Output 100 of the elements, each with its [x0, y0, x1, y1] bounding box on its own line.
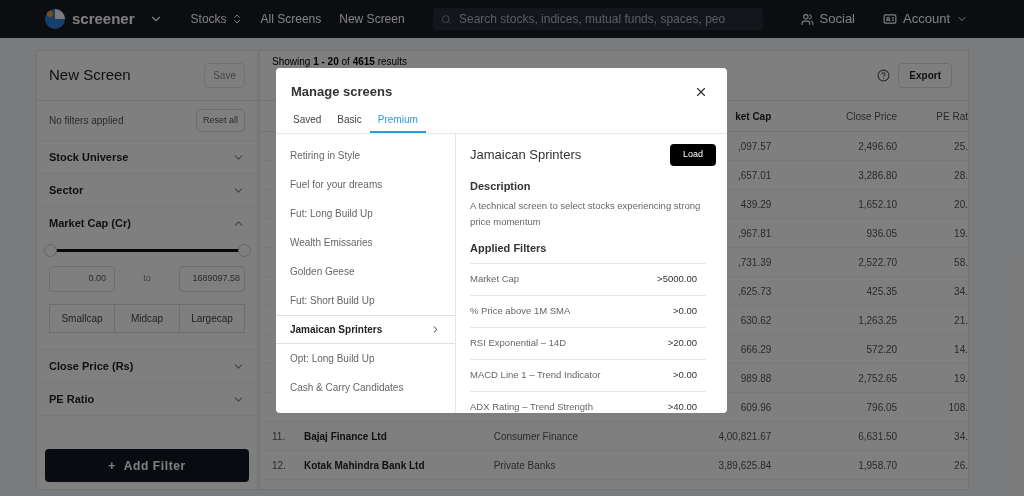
reset-button[interactable]: Reset all [196, 108, 245, 133]
table-cell: ,657.01 [737, 169, 772, 181]
filter-value: >0.00 [672, 367, 697, 382]
table-cell: 2,496.60 [858, 140, 898, 152]
preset-button[interactable]: Midcap [114, 304, 180, 333]
screen-list-item[interactable]: Fut: Short Build Up [276, 285, 455, 315]
table-cell: 6,631.50 [858, 430, 898, 442]
filter-name: Market Cap [470, 271, 520, 286]
filter-value: >5000.00 [657, 271, 697, 286]
slider-handle[interactable] [238, 244, 251, 257]
table-cell: 21. [954, 314, 968, 326]
table-cell: 108. [948, 401, 968, 413]
filter-status: No filters applied [49, 114, 124, 128]
table-cell: ,097.57 [737, 140, 772, 152]
column-header[interactable]: PE Rat [897, 108, 968, 124]
accordion-header[interactable]: Stock Universe [37, 141, 257, 173]
screen-list-item[interactable]: Fut: Long Build Up [276, 198, 455, 228]
section-label: Close Price (Rs) [49, 358, 134, 374]
nav-link[interactable]: Stocks [190, 10, 243, 28]
export-button[interactable]: Export [898, 63, 952, 88]
filter-value: >0.00 [672, 303, 697, 318]
load-button[interactable]: Load [669, 143, 716, 166]
row-number: 11. [271, 429, 287, 444]
people-icon [800, 12, 814, 26]
nav-link[interactable]: All Screens [260, 10, 322, 28]
accordion-header[interactable]: PE Ratio [37, 383, 257, 415]
screen-description: A technical screen to select stocks experiencing strong price momentum [470, 199, 702, 229]
table-cell: 1,652.10 [858, 198, 898, 210]
table-cell: ,967.81 [737, 227, 772, 239]
min-input[interactable]: 0.00 [49, 266, 115, 292]
table-cell: 2,522.70 [858, 256, 898, 268]
accordion-header[interactable]: Close Price (Rs) [37, 350, 257, 382]
results-summary: Showing 1 - 20 of 4615 results [272, 55, 408, 69]
max-input[interactable]: 1689097.58 [179, 266, 245, 292]
table-cell: 1,263.25 [858, 314, 898, 326]
section-label: Sector [49, 182, 84, 198]
table-cell: 2,752.65 [858, 372, 898, 384]
table-cell: 3,89,625.84 [718, 459, 772, 471]
screen-list-item[interactable]: Golden Geese [276, 256, 455, 286]
section-label: PE Ratio [49, 391, 95, 407]
slider-handle[interactable] [44, 244, 57, 257]
row-number: 12. [271, 458, 287, 473]
social-link[interactable]: Social [800, 9, 855, 29]
industry-cell-text: Private Banks [493, 458, 557, 473]
nav-link[interactable]: New Screen [339, 10, 405, 28]
table-cell: 25. [954, 140, 968, 152]
table-cell: 28. [954, 169, 968, 181]
table-cell: 19. [954, 227, 968, 239]
section-heading: Applied Filters [470, 241, 548, 256]
table-cell: 609.96 [740, 401, 772, 413]
search-field[interactable]: Search stocks, indices, mutual funds, spaces, peo [432, 8, 763, 30]
filter-name: ADX Rating – Trend Strength [470, 399, 594, 413]
tab[interactable]: Basic [329, 111, 370, 133]
accordion-header[interactable]: Market Cap (Cr) [37, 207, 257, 239]
table-cell: 572.20 [866, 343, 898, 355]
panel-title: New Screen [49, 65, 131, 86]
table-cell: 4,00,821.67 [718, 430, 772, 442]
screen-list-item[interactable]: Opt: Long Build Up [276, 343, 455, 373]
table-cell: 1,958.70 [858, 459, 898, 471]
table-cell: ,731.39 [737, 256, 772, 268]
table-cell: 3,286.80 [858, 169, 898, 181]
table-cell: 14. [954, 343, 968, 355]
preset-button[interactable]: Largecap [179, 304, 245, 333]
search-icon [440, 13, 451, 25]
tab[interactable]: Premium [369, 111, 426, 133]
table-cell: 796.05 [866, 401, 898, 413]
table-cell: 425.35 [866, 285, 898, 297]
screen-list-item[interactable]: Retiring in Style [276, 140, 455, 170]
screen-title: Jamaican Sprinters [470, 145, 582, 164]
help-icon[interactable] [877, 69, 891, 82]
table-cell: 439.29 [740, 198, 772, 210]
id-card-icon [883, 12, 897, 26]
industry-cell-text: Consumer Finance [493, 429, 580, 444]
screen-list-item[interactable]: Cash & Carry Candidates [276, 372, 455, 402]
screen-list-item[interactable]: Jamaican Sprinters [276, 314, 455, 344]
table-cell: 34. [954, 285, 968, 297]
screen-list-item[interactable]: Fuel for your dreams [276, 169, 455, 199]
column-header[interactable]: Close Price [771, 108, 898, 124]
logo-icon [44, 8, 66, 30]
screen-list-item[interactable]: Wealth Emissaries [276, 227, 455, 257]
brand-name[interactable]: screener [72, 7, 135, 31]
filter-name: % Price above 1M SMA [470, 303, 571, 318]
table-cell: 34. [954, 430, 968, 442]
accordion-header[interactable]: Sector [37, 174, 257, 206]
table-cell: 58. [954, 256, 968, 268]
dialog-title: Manage screens [291, 83, 393, 101]
section-label: Market Cap (Cr) [49, 215, 131, 231]
add-filter-button[interactable]: + Add Filter [45, 449, 249, 482]
filter-name: RSI Exponential – 14D [470, 335, 567, 350]
preset-button[interactable]: Smallcap [49, 304, 115, 333]
account-menu[interactable]: Account [883, 9, 968, 29]
table-cell: ,625.73 [737, 285, 772, 297]
company-name[interactable]: Kotak Mahindra Bank Ltd [303, 457, 494, 473]
tab[interactable]: Saved [285, 111, 330, 133]
company-name[interactable]: Bajaj Finance Ltd [303, 428, 494, 444]
filter-value: >20.00 [667, 335, 697, 350]
table-cell: 20. [954, 198, 968, 210]
table-cell: 989.88 [740, 372, 772, 384]
section-heading: Description [470, 178, 532, 194]
filter-value: >40.00 [667, 399, 697, 413]
